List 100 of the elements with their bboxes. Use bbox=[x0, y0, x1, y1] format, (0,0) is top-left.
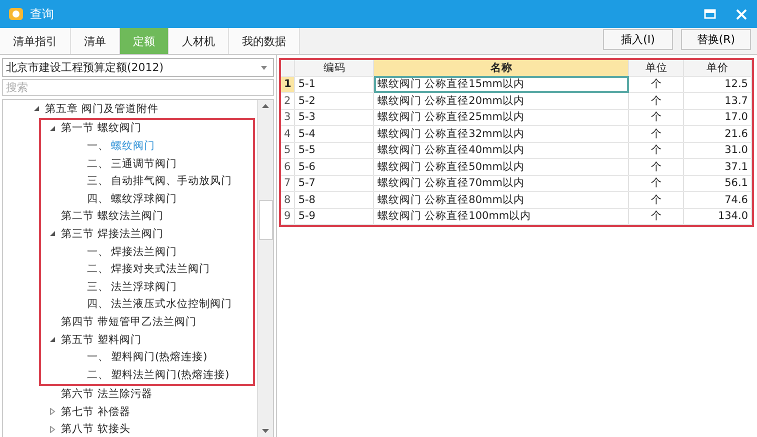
library-dropdown[interactable]: 北京市建设工程预算定额(2012) bbox=[2, 58, 274, 77]
table-cell: 个 bbox=[628, 126, 684, 142]
table-cell: 螺纹阀门 公称直径100mm以内 bbox=[374, 208, 629, 224]
table-cell: 螺纹阀门 公称直径32mm以内 bbox=[374, 126, 629, 142]
table-cell: 5-1 bbox=[294, 76, 374, 92]
table-cell: 56.1 bbox=[684, 175, 752, 192]
tree-item[interactable]: 第八节 软接头 bbox=[61, 422, 130, 436]
table-cell: 37.1 bbox=[684, 158, 752, 175]
tree-item[interactable]: 焊接法兰阀门 bbox=[111, 244, 177, 259]
table-cell: 个 bbox=[628, 175, 684, 192]
list-number: 二、 bbox=[87, 262, 110, 276]
tab[interactable]: 清单 bbox=[71, 28, 120, 54]
tree-item[interactable]: 法兰浮球阀门 bbox=[111, 280, 177, 294]
table-cell: 螺纹阀门 公称直径80mm以内 bbox=[374, 192, 629, 208]
tree-item[interactable]: 螺纹阀门 bbox=[111, 138, 155, 153]
tree-item[interactable]: 自动排气阀、手动放风门 bbox=[111, 174, 232, 188]
table-cell: 螺纹阀门 公称直径50mm以内 bbox=[374, 158, 629, 175]
table-cell: 个 bbox=[628, 76, 684, 92]
scroll-thumb[interactable] bbox=[258, 200, 272, 240]
window-title: 查询 bbox=[30, 6, 54, 22]
table-cell: 螺纹阀门 公称直径70mm以内 bbox=[374, 175, 629, 192]
table-cell: 个 bbox=[628, 208, 684, 224]
row-number: 6 bbox=[281, 158, 295, 175]
row-number: 7 bbox=[281, 175, 295, 192]
column-header[interactable]: 编码 bbox=[294, 60, 374, 76]
table-cell: 13.7 bbox=[684, 92, 752, 109]
table-cell: 螺纹阀门 公称直径20mm以内 bbox=[374, 92, 629, 109]
collapsed-arrow-icon[interactable] bbox=[49, 426, 56, 433]
list-number: 一、 bbox=[87, 350, 110, 364]
tab[interactable]: 人材机 bbox=[169, 28, 229, 54]
table-cell: 个 bbox=[628, 142, 684, 158]
tree-item[interactable]: 第五节 塑料阀门 bbox=[61, 332, 142, 347]
table-cell: 31.0 bbox=[684, 142, 752, 158]
table-cell: 个 bbox=[628, 109, 684, 126]
list-number: 三、 bbox=[87, 174, 110, 188]
row-number: 8 bbox=[281, 192, 295, 208]
table-cell: 5-8 bbox=[294, 192, 374, 208]
list-number: 四、 bbox=[87, 297, 110, 312]
tab[interactable]: 清单指引 bbox=[0, 28, 71, 54]
table-cell: 5-6 bbox=[294, 158, 374, 175]
scroll-up-icon[interactable] bbox=[262, 104, 269, 108]
header-cell bbox=[281, 60, 295, 76]
close-icon[interactable] bbox=[736, 8, 747, 20]
toolbar-button[interactable]: 插入(I) bbox=[603, 29, 673, 50]
expanded-arrow-icon[interactable] bbox=[49, 230, 56, 238]
table-cell: 17.0 bbox=[684, 109, 752, 126]
search-field[interactable]: 搜索 bbox=[2, 79, 274, 96]
list-number: 三、 bbox=[87, 280, 110, 294]
app-icon bbox=[8, 6, 24, 22]
tree-item[interactable]: 第六节 法兰除污器 bbox=[61, 387, 152, 402]
table-cell: 螺纹阀门 公称直径40mm以内 bbox=[374, 142, 629, 158]
column-header[interactable]: 单价 bbox=[684, 60, 752, 76]
table-cell: 5-4 bbox=[294, 126, 374, 142]
table-cell: 74.6 bbox=[684, 192, 752, 208]
row-number: 3 bbox=[281, 109, 295, 126]
column-header[interactable]: 单位 bbox=[628, 60, 684, 76]
table-cell: 5-3 bbox=[294, 109, 374, 126]
row-number: 5 bbox=[281, 142, 295, 158]
maximize-icon[interactable] bbox=[704, 9, 716, 19]
row-number: 1 bbox=[281, 76, 295, 92]
tree-item[interactable]: 焊接对夹式法兰阀门 bbox=[111, 262, 210, 276]
list-number: 二、 bbox=[87, 156, 110, 171]
column-header[interactable]: 名称 bbox=[374, 60, 629, 76]
scrollbar[interactable] bbox=[257, 100, 273, 437]
toolbar-button[interactable]: 替换(R) bbox=[681, 29, 751, 50]
tree-item[interactable]: 塑料阀门(热熔连接) bbox=[111, 350, 208, 364]
table-cell: 12.5 bbox=[684, 76, 752, 92]
table-cell: 5-5 bbox=[294, 142, 374, 158]
table-cell: 5-2 bbox=[294, 92, 374, 109]
scroll-down-icon[interactable] bbox=[262, 429, 269, 433]
tree-item[interactable]: 第五章 阀门及管道附件 bbox=[45, 102, 158, 116]
table-cell: 个 bbox=[628, 92, 684, 109]
tree-item[interactable]: 螺纹浮球阀门 bbox=[111, 192, 177, 206]
table-cell: 21.6 bbox=[684, 126, 752, 142]
row-number: 2 bbox=[281, 92, 295, 109]
dropdown-caret-icon bbox=[261, 66, 267, 70]
table-cell: 5-9 bbox=[294, 208, 374, 224]
expanded-arrow-icon[interactable] bbox=[33, 105, 40, 112]
tree-item[interactable]: 第三节 焊接法兰阀门 bbox=[61, 226, 164, 241]
tree-item[interactable]: 第一节 螺纹阀门 bbox=[61, 121, 142, 136]
tree-item[interactable]: 三通调节阀门 bbox=[111, 156, 177, 171]
list-number: 一、 bbox=[87, 138, 110, 153]
tree-item[interactable]: 塑料法兰阀门(热熔连接) bbox=[111, 368, 230, 382]
list-number: 一、 bbox=[87, 244, 110, 259]
collapsed-arrow-icon[interactable] bbox=[49, 408, 56, 416]
table-cell: 个 bbox=[628, 158, 684, 175]
expanded-arrow-icon[interactable] bbox=[49, 336, 56, 344]
tree-item[interactable]: 第四节 带短管甲乙法兰阀门 bbox=[61, 314, 196, 329]
tree-item[interactable]: 第七节 补偿器 bbox=[61, 404, 130, 419]
table-cell: 螺纹阀门 公称直径15mm以内 bbox=[374, 76, 629, 92]
tab[interactable]: 我的数据 bbox=[229, 28, 300, 54]
tree-item[interactable]: 第二节 螺纹法兰阀门 bbox=[61, 209, 164, 224]
row-number: 9 bbox=[281, 208, 295, 224]
table-cell: 134.0 bbox=[684, 208, 752, 224]
table-cell: 个 bbox=[628, 192, 684, 208]
expanded-arrow-icon[interactable] bbox=[49, 124, 56, 132]
list-number: 四、 bbox=[87, 192, 110, 206]
tree-item[interactable]: 法兰液压式水位控制阀门 bbox=[111, 297, 232, 312]
table-cell: 螺纹阀门 公称直径25mm以内 bbox=[374, 109, 629, 126]
table-cell: 5-7 bbox=[294, 175, 374, 192]
